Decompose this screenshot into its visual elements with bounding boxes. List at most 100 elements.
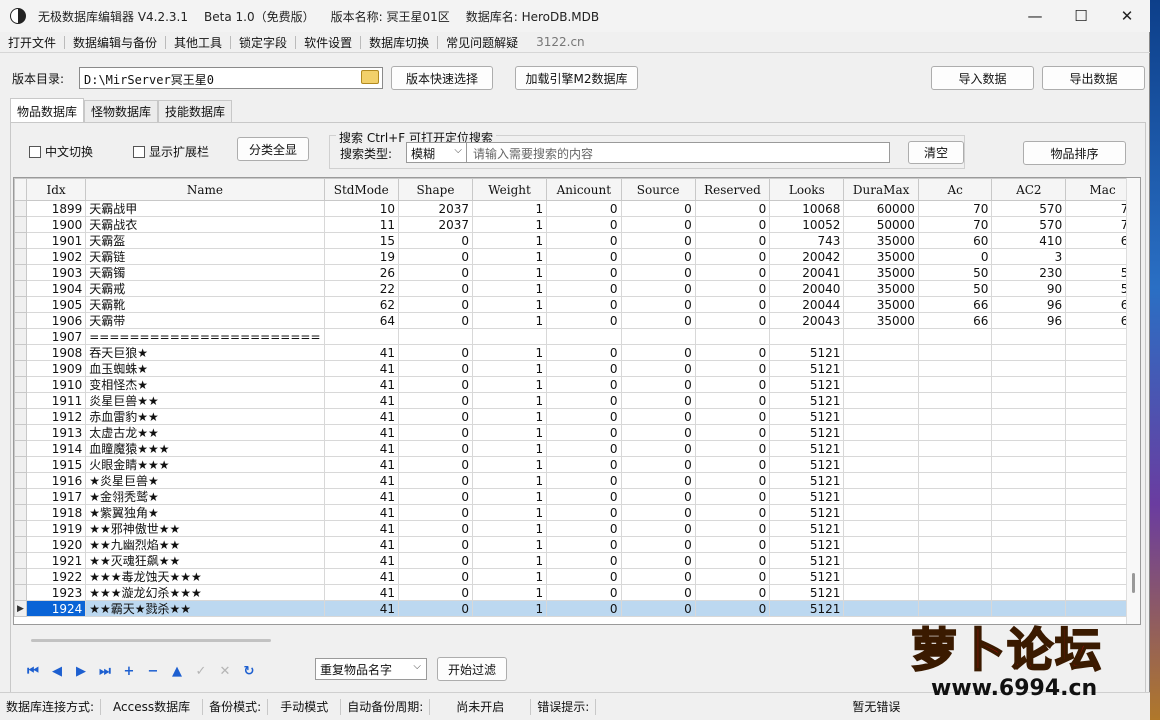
cell-source[interactable]: 0 — [620, 248, 696, 265]
cell-anicount[interactable]: 0 — [546, 568, 622, 585]
table-row[interactable]: 1907 ======================= — [14, 328, 1140, 345]
menu-site-url[interactable]: 3122.cn — [526, 35, 585, 49]
cell-reserved[interactable]: 0 — [694, 200, 771, 217]
cell-idx[interactable]: 1911 — [25, 392, 87, 409]
cell-duramax[interactable] — [843, 344, 919, 361]
close-button[interactable]: ✕ — [1104, 0, 1150, 32]
table-row[interactable]: 1904天霸戒22010002004035000509050 — [14, 280, 1140, 297]
menu-open-file[interactable]: 打开文件 — [0, 34, 64, 51]
cell-anicount[interactable]: 0 — [546, 440, 622, 457]
cell-weight[interactable]: 1 — [471, 264, 548, 281]
cell-ac[interactable]: 0 — [917, 248, 993, 265]
cell-name[interactable]: 火眼金睛★★★ — [85, 456, 325, 473]
cell-looks[interactable]: 20044 — [769, 296, 845, 313]
cell-name[interactable]: ★★★毒龙蚀天★★★ — [85, 568, 325, 585]
cell-anicount[interactable]: 0 — [546, 360, 622, 377]
cell-ac2[interactable] — [991, 472, 1067, 489]
cell-looks[interactable]: 5121 — [769, 488, 845, 505]
cell-shape[interactable]: 0 — [397, 488, 473, 505]
cell-shape[interactable]: 0 — [397, 600, 473, 617]
cell-anicount[interactable]: 0 — [546, 488, 622, 505]
row-indicator[interactable] — [14, 376, 27, 393]
row-indicator[interactable] — [14, 296, 27, 313]
cell-weight[interactable]: 1 — [471, 456, 548, 473]
cell-ac2[interactable] — [991, 392, 1067, 409]
category-all-button[interactable]: 分类全显 — [237, 137, 309, 161]
table-row[interactable]: 1916 ★炎星巨兽★ 41 0 1 0 0 0 5121 — [14, 472, 1140, 489]
cell-idx[interactable]: 1905 — [25, 296, 87, 313]
row-indicator[interactable] — [14, 424, 27, 441]
column-header-weight[interactable]: Weight — [471, 178, 548, 201]
table-row[interactable]: 1908 吞天巨狼★ 41 0 1 0 0 0 5121 — [14, 344, 1140, 361]
cell-weight[interactable]: 1 — [471, 312, 548, 329]
cell-ac2[interactable] — [991, 424, 1067, 441]
cell-weight[interactable]: 1 — [471, 392, 548, 409]
cell-source[interactable]: 0 — [620, 296, 696, 313]
cell-reserved[interactable]: 0 — [694, 472, 771, 489]
cell-looks[interactable]: 10052 — [769, 216, 845, 233]
cell-name[interactable]: 天霸战甲 — [85, 200, 325, 217]
cell-stdmode[interactable]: 41 — [323, 456, 399, 473]
cell-duramax[interactable]: 35000 — [843, 312, 919, 329]
delete-record-icon[interactable]: − — [143, 661, 163, 681]
cell-idx[interactable]: 1924 — [25, 600, 87, 617]
cell-looks[interactable]: 5121 — [769, 504, 845, 521]
cell-shape[interactable]: 0 — [397, 472, 473, 489]
cell-source[interactable] — [620, 328, 696, 345]
cell-ac[interactable] — [917, 376, 993, 393]
cell-duramax[interactable] — [843, 360, 919, 377]
row-indicator[interactable] — [14, 200, 27, 217]
cell-source[interactable]: 0 — [620, 200, 696, 217]
import-button[interactable]: 导入数据 — [931, 66, 1034, 90]
cell-anicount[interactable]: 0 — [546, 520, 622, 537]
cell-shape[interactable]: 0 — [397, 232, 473, 249]
cell-stdmode[interactable]: 22 — [323, 280, 399, 297]
menu-faq[interactable]: 常见问题解疑 — [438, 34, 526, 51]
column-header-shape[interactable]: Shape — [397, 178, 473, 201]
cell-idx[interactable]: 1899 — [25, 200, 87, 217]
menu-lock-fields[interactable]: 锁定字段 — [231, 34, 295, 51]
tab-items[interactable]: 物品数据库 — [10, 98, 85, 122]
cell-name[interactable]: 天霸战衣 — [85, 216, 325, 233]
column-header-name[interactable]: Name — [85, 178, 325, 201]
cell-shape[interactable]: 0 — [397, 504, 473, 521]
cell-duramax[interactable] — [843, 584, 919, 601]
cell-looks[interactable]: 5121 — [769, 584, 845, 601]
cell-looks[interactable]: 5121 — [769, 392, 845, 409]
cell-anicount[interactable]: 0 — [546, 216, 622, 233]
cell-weight[interactable]: 1 — [471, 520, 548, 537]
table-row[interactable]: 1902天霸链19010002004235000030 — [14, 248, 1140, 265]
cell-reserved[interactable]: 0 — [694, 600, 771, 617]
column-header-ac[interactable]: Ac — [917, 178, 993, 201]
column-header-source[interactable]: Source — [620, 178, 696, 201]
table-row[interactable]: 1920 ★★九幽烈焰★★ 41 0 1 0 0 0 5121 — [14, 536, 1140, 553]
cell-source[interactable]: 0 — [620, 552, 696, 569]
cell-source[interactable]: 0 — [620, 440, 696, 457]
cell-name[interactable]: ★★霸天★戮杀★★ — [85, 600, 325, 617]
items-grid[interactable]: Idx Name StdMode Shape Weight Anicount Source R… — [13, 177, 1141, 625]
cell-shape[interactable]: 0 — [397, 344, 473, 361]
cell-ac2[interactable] — [991, 328, 1067, 345]
cell-name[interactable]: 天霸盔 — [85, 232, 325, 249]
cell-idx[interactable]: 1904 — [25, 280, 87, 297]
row-indicator[interactable] — [14, 328, 27, 345]
chinese-switch-checkbox[interactable]: 中文切换 — [29, 143, 93, 160]
cell-idx[interactable]: 1917 — [25, 488, 87, 505]
cell-idx[interactable]: 1913 — [25, 424, 87, 441]
cell-weight[interactable]: 1 — [471, 472, 548, 489]
cell-stdmode[interactable] — [323, 328, 399, 345]
cell-source[interactable]: 0 — [620, 520, 696, 537]
cell-reserved[interactable]: 0 — [694, 456, 771, 473]
cell-name[interactable]: 赤血雷豹★★ — [85, 408, 325, 425]
cell-name[interactable]: 变相怪杰★ — [85, 376, 325, 393]
cell-looks[interactable]: 5121 — [769, 376, 845, 393]
cell-name[interactable]: 血瞳魔猿★★★ — [85, 440, 325, 457]
cell-duramax[interactable]: 60000 — [843, 200, 919, 217]
start-filter-button[interactable]: 开始过滤 — [437, 657, 507, 681]
cell-stdmode[interactable]: 41 — [323, 472, 399, 489]
cell-duramax[interactable] — [843, 504, 919, 521]
cell-source[interactable]: 0 — [620, 424, 696, 441]
cell-looks[interactable]: 5121 — [769, 536, 845, 553]
cell-duramax[interactable]: 35000 — [843, 232, 919, 249]
row-indicator[interactable] — [14, 312, 27, 329]
